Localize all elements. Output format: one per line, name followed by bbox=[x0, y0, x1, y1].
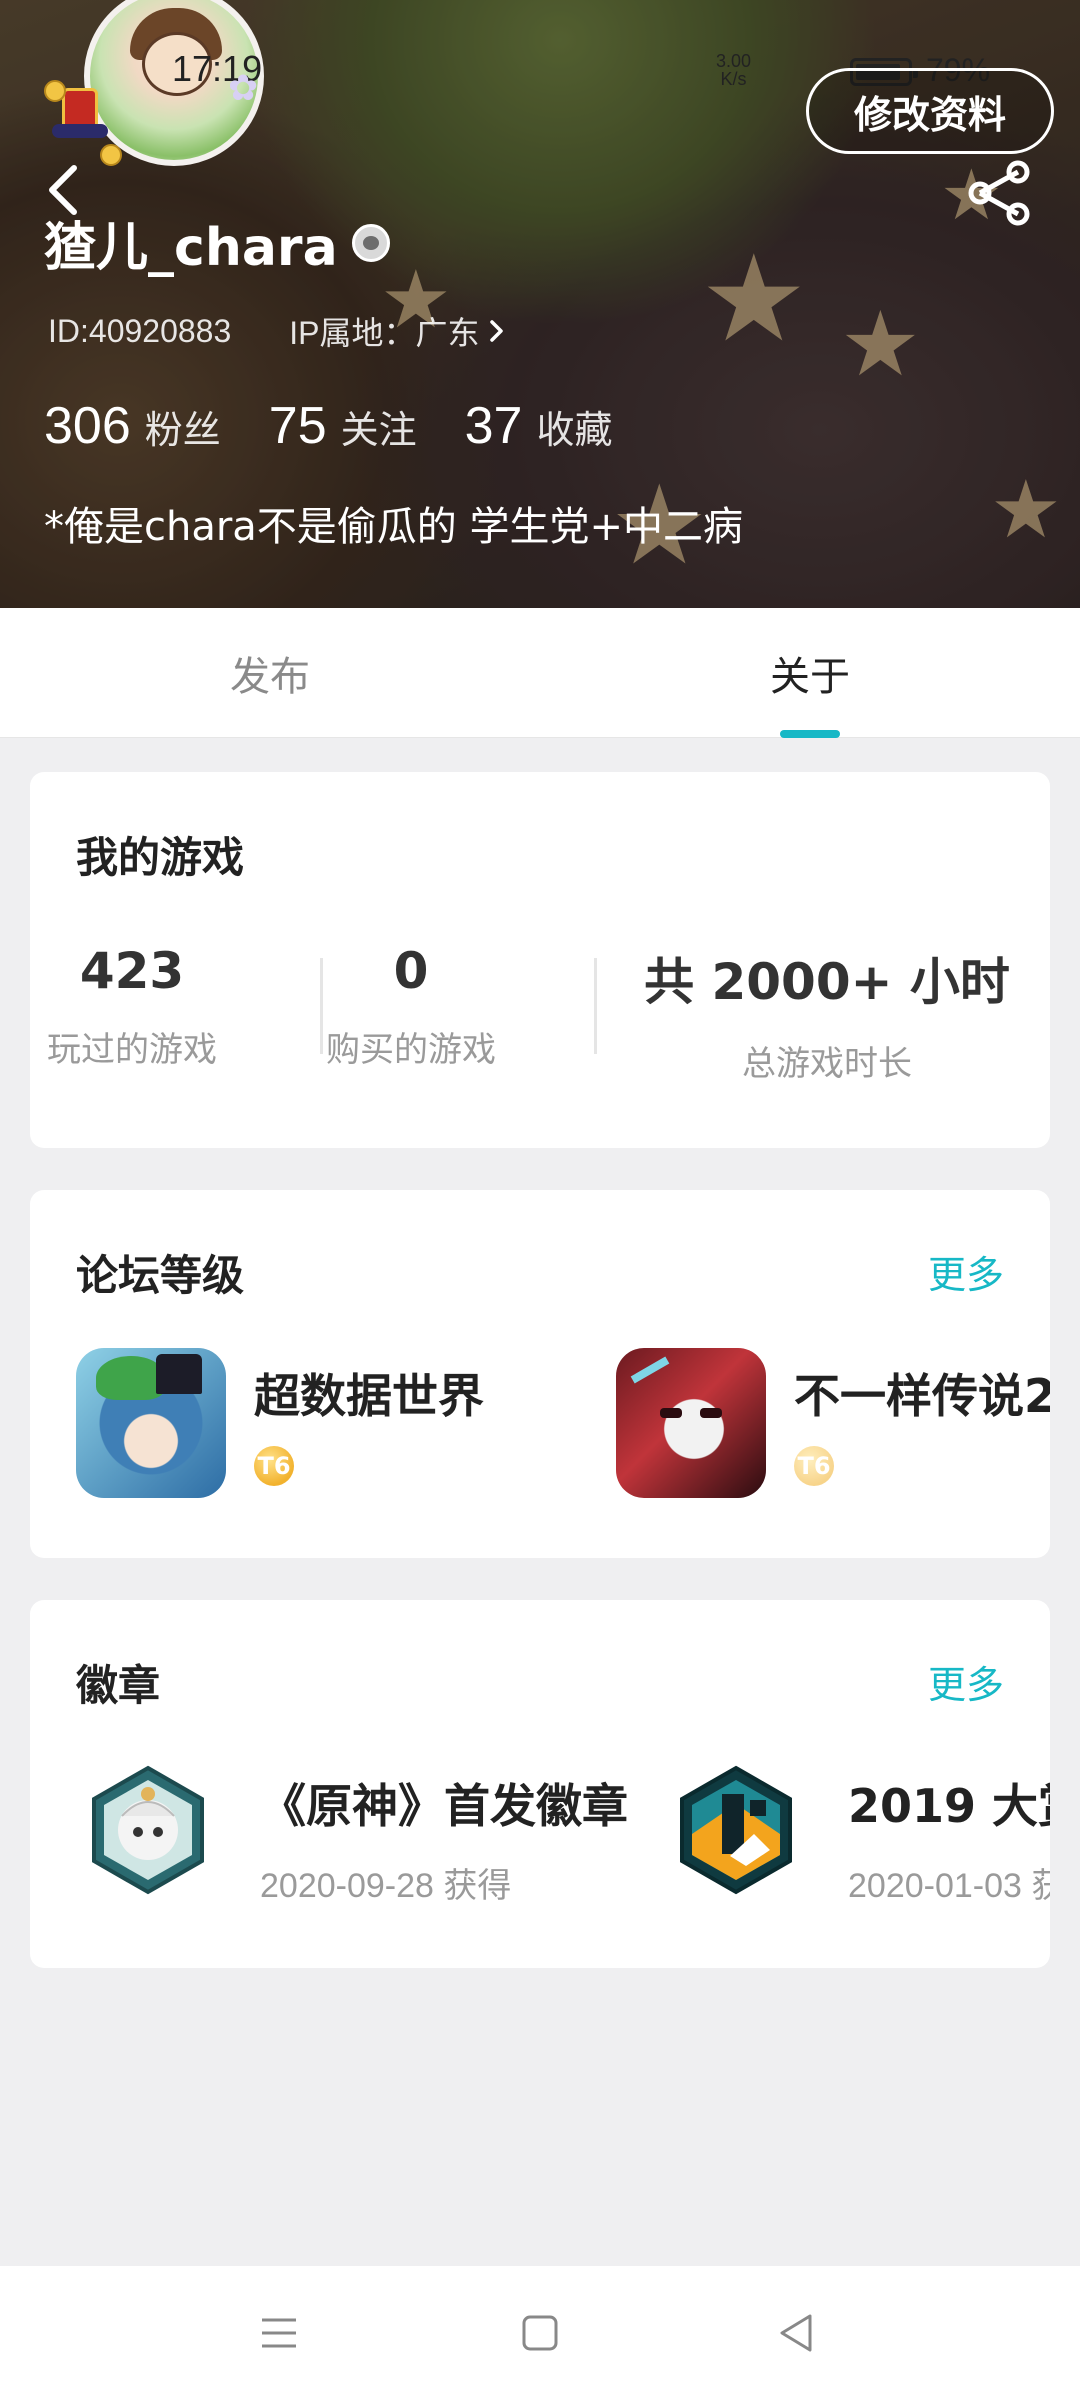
purchased-games-stat[interactable]: 0 购买的游戏 bbox=[234, 942, 588, 1071]
flower-icon: ✿ bbox=[228, 68, 259, 109]
username: 猹儿_chara bbox=[44, 218, 338, 278]
ip-location: IP属地：广东 bbox=[289, 315, 480, 351]
level-badge-icon: T6 bbox=[794, 1446, 834, 1486]
user-badge-icon[interactable] bbox=[351, 223, 390, 262]
stat-number: 306 bbox=[44, 397, 131, 455]
badges-card: 徽章 更多 《原神》首发徽章 2020-09-28 获得 2019 大赏 202… bbox=[30, 1600, 1050, 1968]
badge-name: 2019 大赏 bbox=[848, 1779, 1050, 1833]
divider bbox=[594, 958, 597, 1054]
profile-stats: 306 粉丝 75 关注 37 收藏 bbox=[44, 396, 661, 456]
stat-label: 总游戏时长 bbox=[742, 1044, 912, 1084]
forum-item[interactable]: 不一样传说2 T6 bbox=[616, 1348, 1050, 1498]
playtime-stat[interactable]: 共 2000+ 小时 总游戏时长 bbox=[604, 942, 1050, 1085]
active-tab-indicator bbox=[780, 730, 840, 738]
stat-followers[interactable]: 306 粉丝 bbox=[44, 396, 221, 456]
stat-favorites[interactable]: 37 收藏 bbox=[465, 396, 613, 456]
forum-level-card: 论坛等级 更多 超数据世界 T6 不一样传说2 T6 bbox=[30, 1190, 1050, 1558]
ip-location-link[interactable]: IP属地：广东 bbox=[289, 308, 507, 354]
tab-about[interactable]: 关于 bbox=[540, 608, 1080, 738]
awards-2019-badge-icon bbox=[680, 1765, 792, 1895]
game-icon-undertale bbox=[616, 1348, 766, 1498]
network-speed: 3.00 K/s bbox=[716, 52, 751, 88]
badge-item[interactable]: 2019 大赏 2020-01-03 获得 bbox=[670, 1764, 1050, 1905]
menu-icon[interactable] bbox=[254, 2308, 304, 2358]
share-icon[interactable] bbox=[964, 160, 1034, 226]
system-nav-bar bbox=[0, 2266, 1080, 2400]
badge-item[interactable]: 《原神》首发徽章 2020-09-28 获得 bbox=[82, 1764, 628, 1905]
stat-number: 0 bbox=[393, 942, 429, 1000]
user-bio: *俺是chara不是偷瓜的 学生党+中二病 bbox=[44, 504, 744, 550]
stat-number: 37 bbox=[464, 397, 523, 455]
played-games-stat[interactable]: 423 玩过的游戏 bbox=[30, 942, 234, 1071]
back-triangle-icon[interactable] bbox=[772, 2308, 822, 2358]
profile-tabs: 发布 关于 bbox=[0, 608, 1080, 738]
cyan-streak bbox=[630, 1356, 670, 1384]
my-games-card: 我的游戏 423 玩过的游戏 0 购买的游戏 共 2000+ 小时 总游戏时长 bbox=[30, 772, 1050, 1148]
stat-label: 收藏 bbox=[536, 408, 613, 452]
network-speed-unit: K/s bbox=[720, 69, 747, 89]
genshin-badge-icon bbox=[92, 1765, 204, 1895]
tab-label: 关于 bbox=[770, 654, 850, 700]
badges-more-link[interactable]: 更多 bbox=[928, 1654, 1004, 1709]
card-title: 我的游戏 bbox=[76, 833, 245, 882]
badge-date: 2020-01-03 获得 bbox=[848, 1867, 1050, 1905]
tab-label: 发布 bbox=[230, 654, 310, 700]
stat-number: 75 bbox=[268, 397, 327, 455]
stat-label: 购买的游戏 bbox=[326, 1030, 496, 1070]
edit-profile-button[interactable]: 修改资料 bbox=[806, 68, 1054, 154]
stat-number: 423 bbox=[79, 942, 185, 1000]
hat-rim bbox=[52, 124, 108, 138]
top-hat bbox=[156, 1354, 202, 1394]
star-decoration-icon: ★ bbox=[990, 463, 1062, 556]
avatar-frame-decoration: ✿ bbox=[44, 68, 258, 166]
network-speed-value: 3.00 bbox=[716, 51, 752, 71]
stat-label: 玩过的游戏 bbox=[47, 1030, 217, 1070]
user-meta: ID:40920883 IP属地：广东 bbox=[48, 308, 508, 354]
coin-icon bbox=[100, 144, 122, 166]
forum-more-link[interactable]: 更多 bbox=[928, 1244, 1004, 1299]
forum-name: 超数据世界 bbox=[254, 1369, 484, 1423]
coin-icon bbox=[44, 80, 66, 102]
skull-eye bbox=[700, 1408, 722, 1418]
chevron-right-icon bbox=[489, 320, 503, 342]
badge-name: 《原神》首发徽章 bbox=[260, 1779, 628, 1833]
skull-eye bbox=[660, 1408, 682, 1418]
card-title: 论坛等级 bbox=[76, 1251, 245, 1300]
game-stats: 423 玩过的游戏 0 购买的游戏 共 2000+ 小时 总游戏时长 bbox=[30, 942, 1050, 1085]
card-title: 徽章 bbox=[76, 1661, 161, 1710]
badge-date: 2020-09-28 获得 bbox=[260, 1867, 512, 1905]
stat-following[interactable]: 75 关注 bbox=[269, 396, 417, 456]
level-badge-icon: T6 bbox=[254, 1446, 294, 1486]
star-decoration-icon: ★ bbox=[700, 230, 808, 369]
game-icon-chaoshuju bbox=[76, 1348, 226, 1498]
stat-number: 共 2000+ 小时 bbox=[644, 953, 1010, 1011]
stat-label: 粉丝 bbox=[144, 408, 221, 452]
hat-icon bbox=[62, 88, 98, 128]
username-row: 猹儿_chara bbox=[44, 205, 390, 280]
tab-posts[interactable]: 发布 bbox=[0, 608, 540, 738]
forum-name: 不一样传说2 bbox=[794, 1369, 1050, 1423]
stat-label: 关注 bbox=[340, 408, 417, 452]
forum-item[interactable]: 超数据世界 T6 bbox=[76, 1348, 484, 1498]
star-decoration-icon: ★ bbox=[840, 292, 921, 397]
home-square-icon[interactable] bbox=[515, 2308, 565, 2358]
user-id: ID:40920883 bbox=[48, 312, 232, 349]
